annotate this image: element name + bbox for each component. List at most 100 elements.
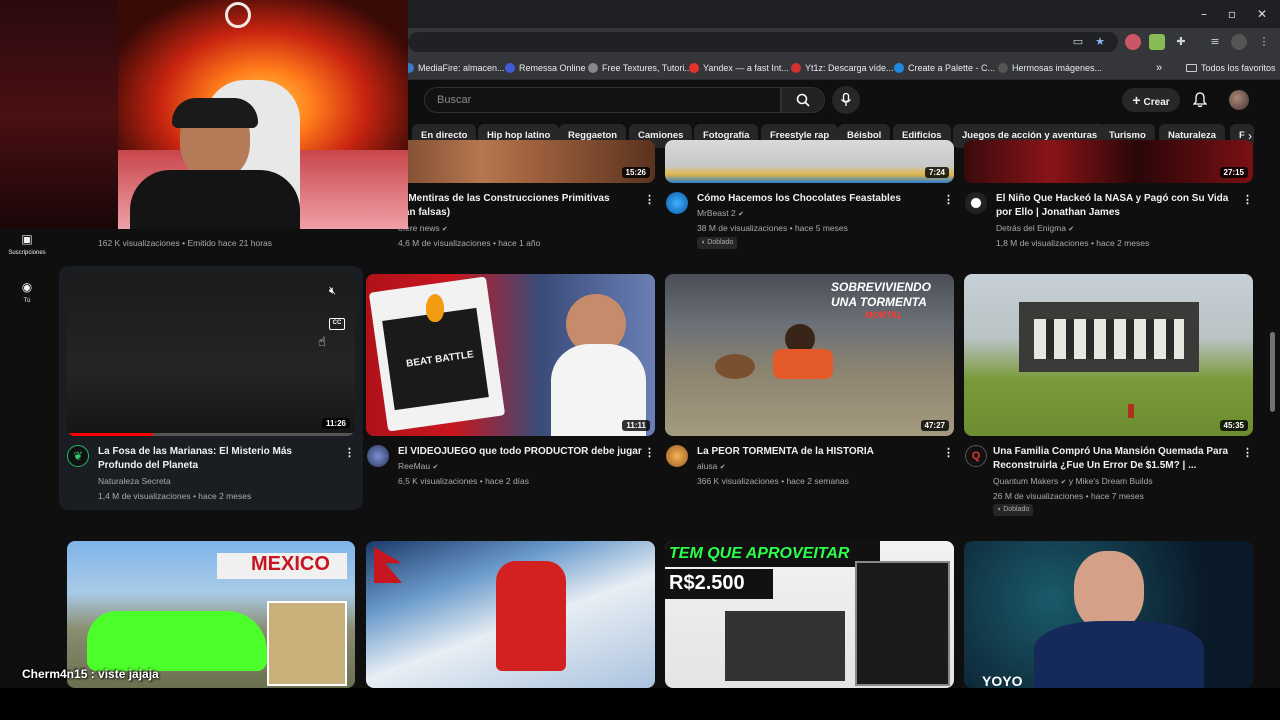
video-meta: 26 M de visualizaciones • hace 7 meses	[993, 491, 1144, 501]
cast-icon[interactable]: ▭	[1070, 34, 1086, 50]
video-channel[interactable]: ReeMau ✔	[398, 459, 438, 475]
bookmark-favicon-icon	[505, 63, 515, 73]
channel-avatar[interactable]	[666, 445, 688, 467]
badge-label: Doblado	[1003, 506, 1030, 513]
video-thumbnail[interactable]: BEAT BATTLE 11:11	[366, 274, 655, 436]
video-channel[interactable]: alusa ✔	[697, 459, 726, 475]
search-icon	[796, 93, 810, 107]
video-title[interactable]: s Mentiras de las Construcciones Primiti…	[400, 192, 650, 220]
channel-avatar[interactable]	[965, 192, 987, 214]
dog	[715, 354, 755, 379]
channel-name: ReeMau	[398, 461, 431, 471]
screen: – ▫ ✕ ▭ ★ ✚ ≡ ⋮ MediaFire: almacen... Re…	[0, 0, 1280, 720]
bookmark-favicon-icon	[588, 63, 598, 73]
video-duration: 11:11	[622, 420, 650, 431]
video-duration: 45:35	[1219, 420, 1248, 431]
video-channel[interactable]: Naturaleza Secreta	[98, 474, 171, 488]
video-thumbnail[interactable]: 27:15	[964, 140, 1253, 183]
page-scrollbar-thumb[interactable]	[1270, 332, 1275, 412]
video-meta: 6,5 K visualizaciones • hace 2 días	[398, 476, 530, 486]
account-avatar[interactable]	[1229, 90, 1249, 110]
more-options-icon[interactable]: ⋮	[1242, 193, 1253, 207]
pc-parts	[725, 611, 845, 681]
dubbed-badge: ◗ Doblado	[993, 504, 1034, 516]
maximize-button[interactable]: ▫	[1220, 6, 1244, 22]
person-head	[1074, 551, 1144, 631]
preview-progress-track	[67, 433, 355, 436]
video-channel[interactable]: MrBeast 2 ✔	[697, 206, 744, 222]
all-bookmarks-button[interactable]: Todos los favoritos	[1186, 60, 1276, 76]
thumbnail-overlay-text: TEM QUE APROVEITAR	[669, 545, 850, 562]
more-options-icon[interactable]: ⋮	[344, 446, 355, 460]
media-control-icon[interactable]: ≡	[1207, 34, 1223, 50]
video-thumbnail[interactable]: 45:35	[964, 274, 1253, 436]
bookmark-item[interactable]: Hermosas imágenes...	[998, 60, 1102, 76]
channel-avatar[interactable]	[367, 445, 389, 467]
video-channel[interactable]: Detrás del Enigma ✔	[996, 221, 1074, 237]
video-title[interactable]: Cómo Hacemos los Chocolates Feastables	[697, 192, 937, 206]
nepal-flag-icon	[374, 547, 402, 583]
closed-captions-icon[interactable]: CC	[329, 318, 345, 330]
bookmark-item[interactable]: Create a Palette - C...	[894, 60, 995, 76]
video-thumbnail[interactable]: 7:24	[665, 140, 954, 183]
video-title[interactable]: La Fosa de las Marianas: El Misterio Más…	[98, 445, 338, 473]
video-thumbnail[interactable]: MEXICO	[67, 541, 355, 688]
channel-name: Quantum Makers	[993, 476, 1059, 486]
person	[1128, 404, 1134, 418]
bookmark-item[interactable]: Remessa Online	[505, 60, 586, 76]
voice-search-button[interactable]	[832, 86, 860, 114]
video-title[interactable]: El VIDEOJUEGO que todo PRODUCTOR debe ju…	[398, 445, 648, 459]
video-thumbnail[interactable]: 15:26	[366, 140, 655, 183]
menu-dots-icon[interactable]: ⋮	[1256, 34, 1272, 50]
more-options-icon[interactable]: ⋮	[644, 446, 655, 460]
extension-icon[interactable]	[1149, 34, 1165, 50]
video-duration: 11:26	[321, 418, 350, 429]
profile-icon[interactable]	[1231, 34, 1247, 50]
verified-icon: ✔	[1068, 226, 1075, 233]
search-button[interactable]	[781, 87, 825, 113]
thumbnail-overlay-text: SOBREVIVIENDO	[831, 280, 932, 294]
video-title[interactable]: El Niño Que Hackeó la NASA y Pagó con Su…	[996, 192, 1236, 220]
create-button[interactable]: + Crear	[1122, 88, 1180, 112]
channel-avatar[interactable]	[666, 192, 688, 214]
video-thumbnail[interactable]: SOBREVIVIENDO UNA TORMENTA MORTAL 47:27	[665, 274, 954, 436]
mute-icon[interactable]: 🔇︎	[329, 285, 336, 298]
notifications-bell-icon[interactable]	[1190, 90, 1210, 110]
search-input[interactable]: Buscar	[424, 87, 781, 113]
video-title[interactable]: Una Familia Compró Una Mansión Quemada P…	[993, 445, 1238, 473]
badge-label: Doblado	[707, 239, 734, 246]
video-preview-player[interactable]: 11:26 🔇︎ CC ☝︎	[67, 274, 355, 436]
channel-name: MrBeast 2	[697, 208, 736, 218]
thumbnail-overlay-text: YOYO	[982, 673, 1023, 688]
more-options-icon[interactable]: ⋮	[943, 446, 954, 460]
video-title-line: La Fosa de las Marianas: El Misterio Más	[98, 446, 292, 457]
close-window-button[interactable]: ✕	[1250, 6, 1274, 22]
rail-item-subscriptions[interactable]: ▣ Suscripciones	[0, 232, 54, 256]
bookmark-item[interactable]: MediaFire: almacen...	[404, 60, 505, 76]
rail-item-you[interactable]: ◉ Tú	[0, 280, 54, 304]
video-duration: 47:27	[920, 420, 949, 431]
video-title[interactable]: La PEOR TORMENTA de la HISTORIA	[697, 445, 937, 459]
video-thumbnail[interactable]: TEM QUE APROVEITAR R$2.500	[665, 541, 954, 688]
extensions-puzzle-icon[interactable]: ✚	[1173, 34, 1189, 50]
bookmark-item[interactable]: Free Textures, Tutori...	[588, 60, 692, 76]
bookmark-item[interactable]: Yandex — a fast Int...	[689, 60, 789, 76]
thumbnail-overlay-text: MEXICO	[251, 553, 330, 575]
bookmarks-more-button[interactable]: »	[1156, 60, 1162, 76]
more-options-icon[interactable]: ⋮	[1242, 446, 1253, 460]
more-options-icon[interactable]: ⋮	[644, 193, 655, 207]
address-field[interactable]	[408, 32, 1118, 52]
video-meta: 38 M de visualizaciones • hace 5 meses	[697, 223, 848, 233]
channel-avatar[interactable]: Q	[965, 445, 987, 467]
extension-icon[interactable]	[1125, 34, 1141, 50]
bookmark-item[interactable]: Yt1z: Descarga víde...	[791, 60, 894, 76]
minimize-button[interactable]: –	[1192, 6, 1216, 22]
video-channel[interactable]: Quantum Makers ✔ y Mike's Dream Builds	[993, 474, 1153, 490]
channel-avatar[interactable]: ❦	[67, 445, 89, 467]
video-thumbnail[interactable]	[366, 541, 655, 688]
video-thumbnail[interactable]: YOYO	[964, 541, 1253, 688]
verified-icon: ✔	[738, 211, 744, 218]
more-options-icon[interactable]: ⋮	[943, 193, 954, 207]
star-bookmark-icon[interactable]: ★	[1092, 34, 1108, 50]
preview-progress-fill	[67, 433, 154, 436]
